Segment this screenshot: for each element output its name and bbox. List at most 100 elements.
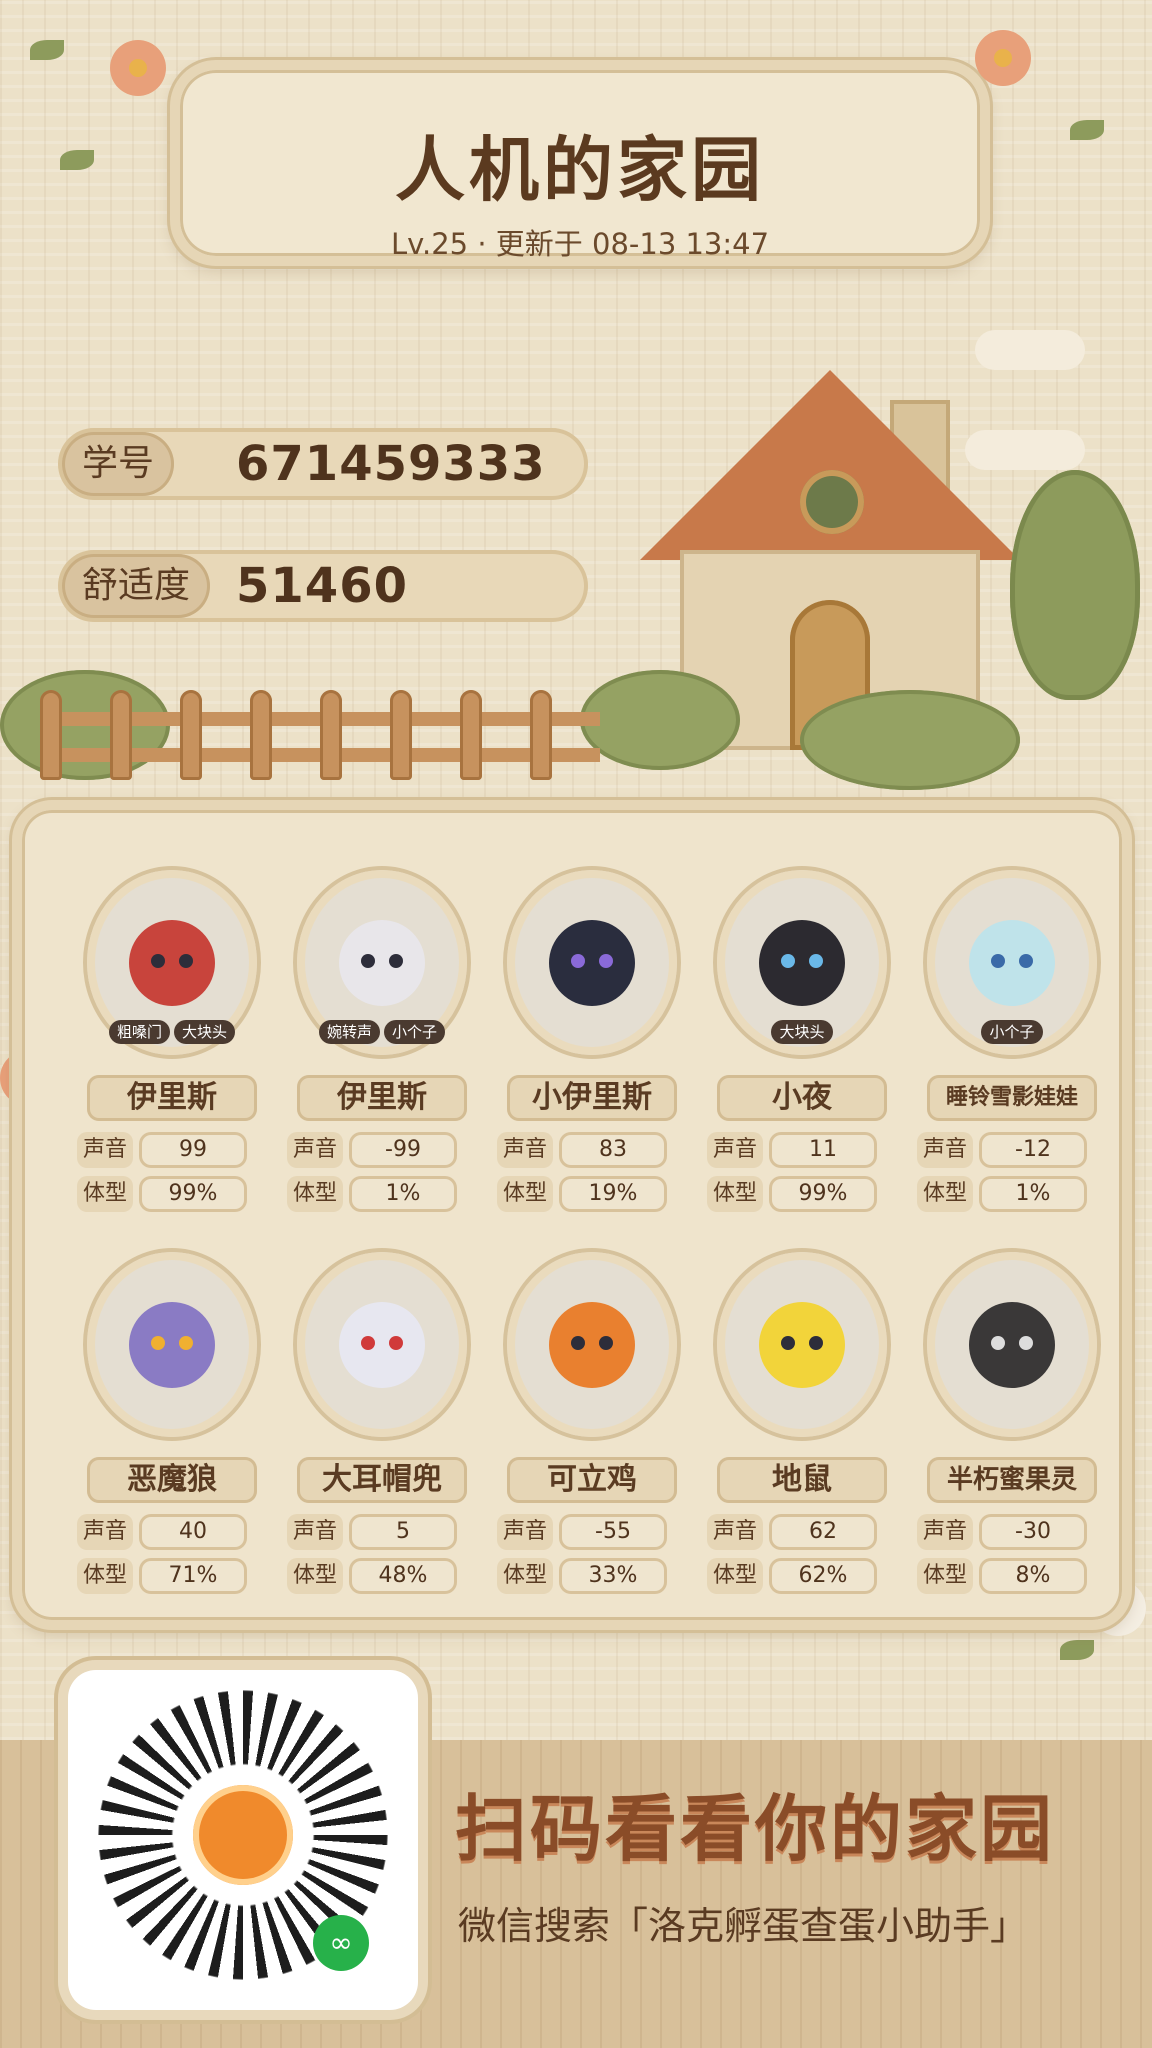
size-stat: 体型 48%	[287, 1558, 477, 1594]
creature-name: 睡铃雪影娃娃	[927, 1075, 1097, 1121]
voice-value: -12	[979, 1132, 1087, 1168]
creature-tags: 粗嗓门 大块头	[77, 1020, 267, 1044]
creature-tag: 小个子	[384, 1020, 446, 1044]
size-value: 99%	[139, 1176, 247, 1212]
creature-tags: 大块头	[707, 1020, 897, 1044]
knit-flower-decoration	[975, 30, 1031, 86]
creature-name: 大耳帽兜	[297, 1457, 467, 1503]
creature-name: 伊里斯	[87, 1075, 257, 1121]
size-stat: 体型 1%	[287, 1176, 477, 1212]
size-label: 体型	[497, 1558, 553, 1594]
size-stat: 体型 19%	[497, 1176, 687, 1212]
size-stat: 体型 99%	[77, 1176, 267, 1212]
creature-name: 恶魔狼	[87, 1457, 257, 1503]
voice-value: 62	[769, 1514, 877, 1550]
voice-stat: 声音 -55	[497, 1514, 687, 1550]
creature-face-icon	[129, 1301, 215, 1388]
level-update-info: Lv.25 · 更新于 08-13 13:47	[390, 227, 770, 261]
creature-card[interactable]: 粗嗓门 大块头 伊里斯 声音 99 体型 99%	[77, 870, 267, 1230]
creature-face-icon	[969, 919, 1055, 1006]
voice-label: 声音	[287, 1132, 343, 1168]
size-value: 1%	[979, 1176, 1087, 1212]
size-value: 19%	[559, 1176, 667, 1212]
creature-avatar	[507, 870, 677, 1055]
creature-face-icon	[339, 1301, 425, 1388]
creature-avatar	[717, 1252, 887, 1437]
voice-stat: 声音 99	[77, 1132, 267, 1168]
creature-name: 伊里斯	[297, 1075, 467, 1121]
creature-avatar	[87, 1252, 257, 1437]
creature-card[interactable]: 大耳帽兜 声音 5 体型 48%	[287, 1252, 477, 1612]
creature-face-icon	[759, 1301, 845, 1388]
size-label: 体型	[287, 1176, 343, 1212]
voice-value: 99	[139, 1132, 247, 1168]
size-label: 体型	[77, 1558, 133, 1594]
knit-flower-decoration	[110, 40, 166, 96]
size-label: 体型	[77, 1176, 133, 1212]
creature-avatar	[927, 1252, 1097, 1437]
size-stat: 体型 8%	[917, 1558, 1107, 1594]
knit-leaf-decoration	[30, 40, 64, 60]
creature-face-icon	[549, 1301, 635, 1388]
wechat-mini-program-icon: ∞	[313, 1915, 369, 1971]
creature-card[interactable]: 小伊里斯 声音 83 体型 19%	[497, 870, 687, 1230]
voice-value: 83	[559, 1132, 667, 1168]
size-value: 1%	[349, 1176, 457, 1212]
creature-name: 小夜	[717, 1075, 887, 1121]
size-label: 体型	[497, 1176, 553, 1212]
size-value: 33%	[559, 1558, 667, 1594]
creature-card[interactable]: 半朽蜜果灵 声音 -30 体型 8%	[917, 1252, 1107, 1612]
creature-card[interactable]: 大块头 小夜 声音 11 体型 99%	[707, 870, 897, 1230]
creature-avatar	[507, 1252, 677, 1437]
voice-value: -55	[559, 1514, 667, 1550]
knit-fence-illustration	[40, 690, 600, 780]
round-window-icon	[800, 470, 864, 534]
comfort-value: 51460	[236, 558, 408, 614]
creature-tag: 大块头	[771, 1020, 833, 1044]
student-id-label: 学号	[62, 432, 175, 496]
creature-tags: 婉转声 小个子	[287, 1020, 477, 1044]
creature-tag: 小个子	[981, 1020, 1043, 1044]
size-label: 体型	[707, 1558, 763, 1594]
voice-label: 声音	[917, 1132, 973, 1168]
size-value: 48%	[349, 1558, 457, 1594]
creature-card[interactable]: 婉转声 小个子 伊里斯 声音 -99 体型 1%	[287, 870, 477, 1230]
voice-label: 声音	[707, 1514, 763, 1550]
qr-code-card[interactable]: ∞	[68, 1670, 418, 2010]
voice-label: 声音	[77, 1514, 133, 1550]
creature-card[interactable]: 地鼠 声音 62 体型 62%	[707, 1252, 897, 1612]
student-id-row: 学号 671459333	[58, 428, 588, 500]
voice-label: 声音	[77, 1132, 133, 1168]
voice-value: 40	[139, 1514, 247, 1550]
voice-stat: 声音 -30	[917, 1514, 1107, 1550]
creature-face-icon	[339, 919, 425, 1006]
voice-value: 11	[769, 1132, 877, 1168]
creatures-panel: 粗嗓门 大块头 伊里斯 声音 99 体型 99% 婉转声 小个子 伊里斯 声音 …	[12, 800, 1132, 1630]
comfort-row: 舒适度 51460	[58, 550, 588, 622]
size-value: 99%	[769, 1176, 877, 1212]
creature-tag: 粗嗓门	[108, 1020, 170, 1044]
creature-avatar	[297, 1252, 467, 1437]
size-label: 体型	[707, 1176, 763, 1212]
creature-card[interactable]: 恶魔狼 声音 40 体型 71%	[77, 1252, 267, 1612]
voice-stat: 声音 -12	[917, 1132, 1107, 1168]
voice-label: 声音	[287, 1514, 343, 1550]
search-hint: 微信搜索「洛克孵蛋查蛋小助手」	[458, 1904, 1029, 1948]
creature-face-icon	[969, 1301, 1055, 1388]
creature-name: 小伊里斯	[507, 1075, 677, 1121]
size-label: 体型	[287, 1558, 343, 1594]
voice-value: -99	[349, 1132, 457, 1168]
creature-card[interactable]: 可立鸡 声音 -55 体型 33%	[497, 1252, 687, 1612]
bush-decoration	[800, 690, 1020, 790]
creature-name: 半朽蜜果灵	[927, 1457, 1097, 1503]
voice-label: 声音	[497, 1514, 553, 1550]
size-label: 体型	[917, 1558, 973, 1594]
size-value: 8%	[979, 1558, 1087, 1594]
page-title: 人机的家园	[395, 129, 765, 211]
creature-card[interactable]: 小个子 睡铃雪影娃娃 声音 -12 体型 1%	[917, 870, 1107, 1230]
size-value: 62%	[769, 1558, 877, 1594]
voice-label: 声音	[917, 1514, 973, 1550]
voice-stat: 声音 11	[707, 1132, 897, 1168]
creature-tag: 大块头	[174, 1020, 236, 1044]
size-stat: 体型 1%	[917, 1176, 1107, 1212]
